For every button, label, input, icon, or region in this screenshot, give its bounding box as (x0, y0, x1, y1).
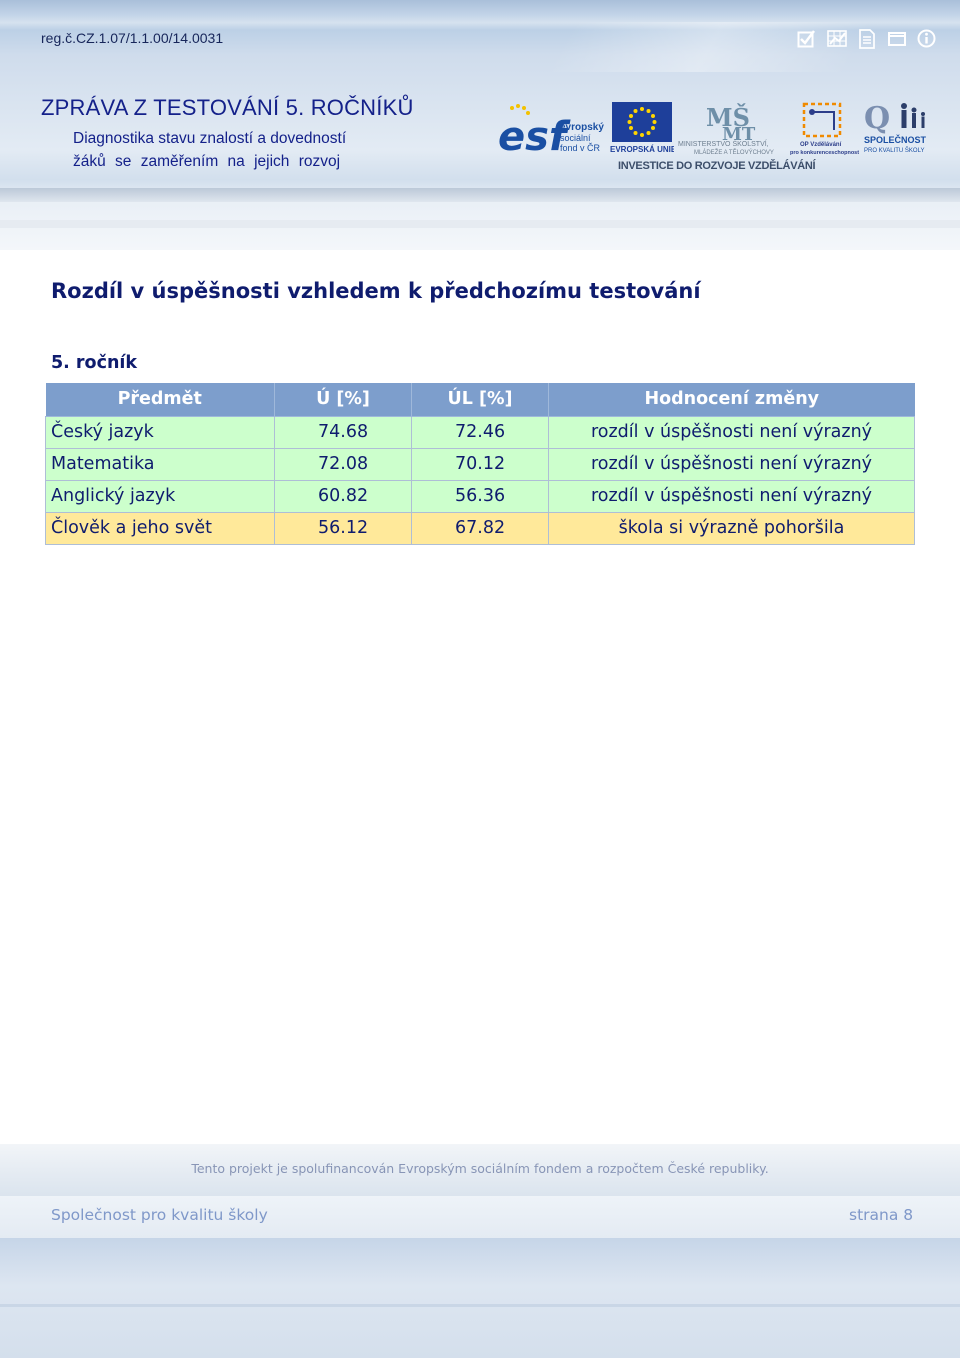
cell-u: 60.82 (274, 479, 412, 513)
section-heading: Rozdíl v úspěšnosti vzhledem k předchozí… (51, 279, 701, 303)
grade-label: 5. ročník (51, 353, 138, 373)
svg-text:evropský: evropský (560, 122, 604, 133)
cell-evaluation: rozdíl v úspěšnosti není výrazný (548, 479, 915, 513)
svg-text:sociální: sociální (560, 133, 591, 143)
svg-text:fond v ČR: fond v ČR (560, 143, 601, 153)
page-header: reg.č.CZ.1.07/1.1.00/14.0031 ZPRÁVA Z TE… (0, 0, 960, 250)
column-header-subject: Předmět (45, 383, 275, 417)
table-row: Matematika 72.08 70.12 rozdíl v úspěšnos… (45, 447, 915, 481)
spolecnost-kvalita-logo: Q SPOLEČNOST PRO KVALITU ŠKOLY (864, 100, 936, 156)
report-subtitle-line2: žáků se zaměřením na jejich rozvoj (73, 153, 341, 170)
cell-evaluation: škola si výrazně pohoršila (548, 511, 915, 545)
cell-u: 72.08 (274, 447, 412, 481)
cell-ul: 72.46 (411, 415, 549, 449)
info-icon (916, 28, 937, 49)
header-stripe (0, 188, 960, 202)
cell-subject: Matematika (45, 447, 275, 481)
q-mark: Q (864, 101, 890, 136)
eu-flag-logo: EVROPSKÁ UNIE (610, 102, 677, 154)
column-header-u: Ú [%] (274, 383, 412, 417)
footer-line (0, 1304, 960, 1307)
registration-number: reg.č.CZ.1.07/1.1.00/14.0031 (41, 30, 224, 46)
footer-bottom-band (0, 1238, 960, 1358)
table-row: Český jazyk 74.68 72.46 rozdíl v úspěšno… (45, 415, 915, 449)
report-title: ZPRÁVA Z TESTOVÁNÍ 5. ROČNÍKŮ (41, 95, 414, 120)
cell-ul: 70.12 (411, 447, 549, 481)
cell-subject: Člověk a jeho svět (45, 511, 275, 545)
window-icon (886, 28, 907, 49)
page-number: strana 8 (849, 1206, 914, 1224)
report-subtitle-line1: Diagnostika stavu znalostí a dovedností (73, 130, 347, 147)
cell-ul: 67.82 (411, 511, 549, 545)
footer-funding-note: Tento projekt je spolufinancován Evropsk… (191, 1161, 769, 1176)
cell-subject: Anglický jazyk (45, 479, 275, 513)
cell-subject: Český jazyk (45, 415, 275, 449)
sponsor-logos: esf evropský sociální fond v ČR EVROPSKÁ… (498, 100, 938, 175)
svg-text:pro konkurenceschopnost: pro konkurenceschopnost (790, 150, 859, 156)
svg-text:SPOLEČNOST: SPOLEČNOST (864, 134, 927, 145)
cell-u: 56.12 (274, 511, 412, 545)
chart-icon (826, 28, 847, 49)
column-header-ul: ÚL [%] (411, 383, 549, 417)
footer-organization: Společnost pro kvalitu školy (51, 1206, 268, 1224)
op-vk-logo: OP Vzdělávání pro konkurenceschopnost (790, 102, 860, 156)
svg-text:EVROPSKÁ UNIE: EVROPSKÁ UNIE (610, 145, 674, 154)
cell-evaluation: rozdíl v úspěšnosti není výrazný (548, 447, 915, 481)
investice-slogan: INVESTICE DO ROZVOJE VZDĚLÁVÁNÍ (618, 160, 816, 172)
header-icon-bar (796, 28, 937, 50)
svg-text:MLÁDEŽE A TĚLOVÝCHOVY: MLÁDEŽE A TĚLOVÝCHOVY (694, 148, 774, 156)
results-table: Předmět Ú [%] ÚL [%] Hodnocení změny Čes… (45, 383, 915, 545)
msmt-logo: MŠ MT MINISTERSTVO ŠKOLSTVÍ, MLÁDEŽE A T… (678, 100, 788, 156)
checkbox-icon (796, 28, 817, 49)
header-stripe-lower (0, 220, 960, 228)
cell-u: 74.68 (274, 415, 412, 449)
column-header-evaluation: Hodnocení změny (548, 383, 915, 417)
table-row: Člověk a jeho svět 56.12 67.82 škola si … (45, 511, 915, 545)
esf-logo: esf evropský sociální fond v ČR (498, 100, 608, 160)
svg-text:OP Vzdělávání: OP Vzdělávání (800, 142, 842, 148)
cell-ul: 56.36 (411, 479, 549, 513)
cell-evaluation: rozdíl v úspěšnosti není výrazný (548, 415, 915, 449)
svg-text:MINISTERSTVO ŠKOLSTVÍ,: MINISTERSTVO ŠKOLSTVÍ, (678, 139, 769, 148)
table-row: Anglický jazyk 60.82 56.36 rozdíl v úspě… (45, 479, 915, 513)
table-header-row: Předmět Ú [%] ÚL [%] Hodnocení změny (45, 383, 915, 417)
document-icon (856, 28, 877, 49)
svg-text:PRO KVALITU ŠKOLY: PRO KVALITU ŠKOLY (864, 147, 924, 154)
